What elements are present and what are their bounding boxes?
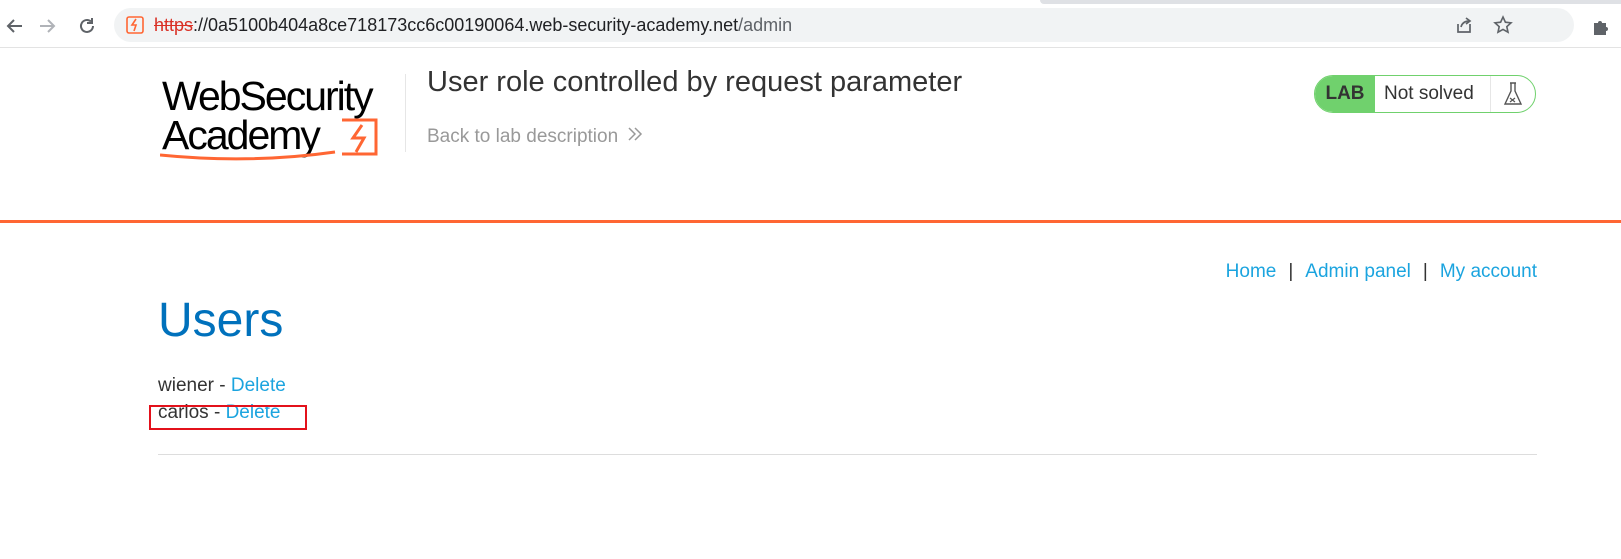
svg-text:Academy: Academy <box>162 112 321 158</box>
back-link-label: Back to lab description <box>427 126 619 147</box>
bookmark-star-icon[interactable] <box>1493 15 1513 35</box>
chevron-right-double-icon <box>626 126 644 148</box>
reload-icon[interactable] <box>72 11 102 41</box>
nav-home-link[interactable]: Home <box>1226 261 1277 282</box>
user-separator: - <box>213 375 231 396</box>
nav-separator: | <box>1422 261 1428 282</box>
nav-my-account-link[interactable]: My account <box>1440 261 1537 282</box>
lab-label: LAB <box>1315 76 1375 112</box>
header-divider <box>0 220 1621 223</box>
site-lightning-icon[interactable] <box>126 16 144 34</box>
username: wiener <box>158 375 214 396</box>
share-icon[interactable] <box>1454 15 1474 35</box>
lab-status-badge: LAB Not solved <box>1314 75 1536 113</box>
nav-admin-panel-link[interactable]: Admin panel <box>1305 261 1411 282</box>
extensions-puzzle-icon[interactable] <box>1590 16 1612 38</box>
logo-divider <box>405 74 406 152</box>
browser-toolbar: https://0a5100b404a8ce718173cc6c00190064… <box>0 5 1621 48</box>
page-title: Users <box>158 294 284 347</box>
url-scheme: https <box>154 15 194 35</box>
lab-title: User role controlled by request paramete… <box>427 66 963 98</box>
back-arrow-icon[interactable] <box>0 11 30 41</box>
web-security-academy-logo[interactable]: WebSecurity Academy <box>159 72 405 164</box>
lab-status-text: Not solved <box>1384 83 1474 104</box>
top-nav: Home | Admin panel | My account <box>1226 261 1537 283</box>
annotation-highlight-box <box>149 405 307 430</box>
url-host: ://0a5100b404a8ce718173cc6c00190064.web-… <box>193 15 739 35</box>
nav-separator: | <box>1288 261 1294 282</box>
user-row-wiener: wiener - Delete <box>158 375 286 397</box>
url-path: /admin <box>738 15 793 35</box>
forward-arrow-icon[interactable] <box>32 11 62 41</box>
back-to-lab-description-link[interactable]: Back to lab description <box>427 126 644 148</box>
tab-strip-shade <box>1040 0 1621 4</box>
address-bar[interactable]: https://0a5100b404a8ce718173cc6c00190064… <box>114 8 1574 42</box>
url-text[interactable]: https://0a5100b404a8ce718173cc6c00190064… <box>154 8 792 42</box>
flask-icon <box>1490 76 1535 112</box>
content-divider <box>158 454 1537 455</box>
delete-user-link[interactable]: Delete <box>231 375 286 396</box>
